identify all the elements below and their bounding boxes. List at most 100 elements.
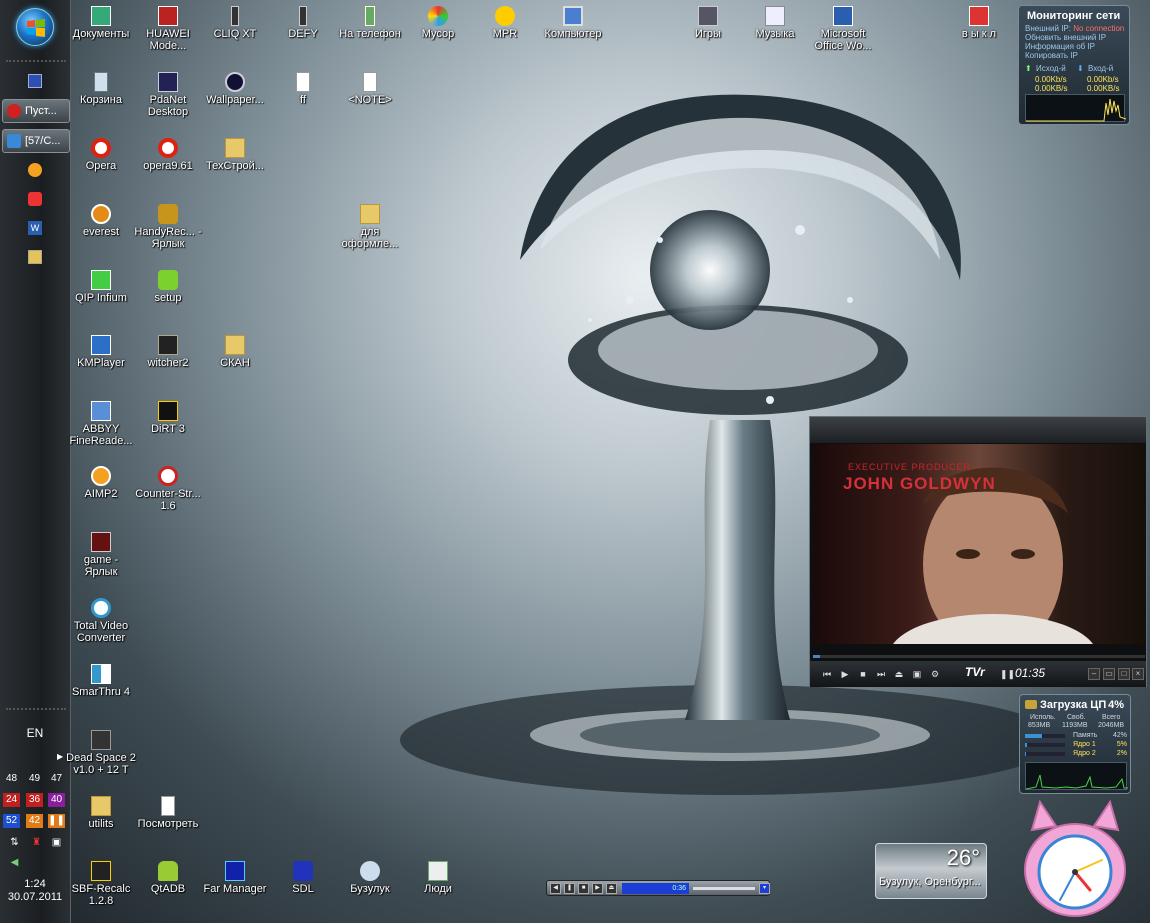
mini-menu-button[interactable]: ▾	[759, 883, 770, 894]
desktop-icon-smarthru[interactable]: SmarThru 4	[66, 664, 136, 698]
language-indicator[interactable]: EN	[0, 726, 70, 740]
copy-ip-link[interactable]: Копировать IP	[1019, 51, 1129, 60]
desktop-icon-setup[interactable]: setup	[133, 270, 203, 304]
mini-volume-slider[interactable]	[693, 887, 755, 890]
ip-info-link[interactable]: Информация об IP	[1019, 42, 1129, 51]
network-tray-icon[interactable]: ⇅	[6, 836, 23, 850]
desktop-icon-word[interactable]: Microsoft Office Wo...	[808, 6, 878, 52]
desktop-icon-to-phone[interactable]: На телефон	[335, 6, 405, 40]
desktop-icon-cliq-xt[interactable]: CLIQ XT	[200, 6, 270, 40]
tray-temp[interactable]: 48	[3, 772, 20, 786]
desktop-icon-kmplayer[interactable]: KMPlayer	[66, 335, 136, 369]
desktop-icon-trash[interactable]: Мусор	[403, 6, 473, 40]
desktop-icon-shutdown[interactable]: в ы к л	[944, 6, 1014, 40]
tray-temp[interactable]: 52	[3, 814, 20, 828]
desktop-icon-qtadb[interactable]: QtADB	[133, 861, 203, 895]
tray-temp[interactable]: 40	[48, 793, 65, 807]
task-button-opera[interactable]: Пуст...	[2, 99, 70, 123]
desktop-icon-scan[interactable]: СКАН	[200, 335, 270, 369]
desktop-icon-opera961[interactable]: opera9.61	[133, 138, 203, 172]
start-button[interactable]	[16, 8, 54, 46]
android-setup-icon	[158, 270, 178, 290]
desktop-icon-music[interactable]: Музыка	[740, 6, 810, 40]
maximize-button[interactable]: □	[1118, 668, 1130, 680]
task-button-qip[interactable]: [57/С...	[2, 129, 70, 153]
cpu-monitor-gadget[interactable]: Загрузка ЦП 4% Исполь. Своб. Всего 853MB…	[1019, 694, 1131, 794]
desktop-icon-huawei[interactable]: HUAWEI Mode...	[133, 6, 203, 52]
mini-stop-button[interactable]: ■	[578, 883, 589, 894]
refresh-ip-link[interactable]: Обновить внешний IP	[1019, 33, 1129, 42]
desktop-icon-note[interactable]: <NOTE>	[335, 72, 405, 106]
desktop-icon-qip[interactable]: QIP Infium	[66, 270, 136, 304]
previous-button[interactable]: ⏮	[820, 667, 834, 681]
desktop-icon-ff[interactable]: ff	[268, 72, 338, 106]
mini-player-toolbar[interactable]: ◀ ❚ ■ ▶ ⏏ 0:36 ▾	[546, 880, 770, 896]
media-player-window[interactable]: EXECUTIVE PRODUCER JOHN GOLDWYN ⏮ ▶ ■ ⏭ …	[809, 416, 1147, 687]
open-button[interactable]: ▣	[910, 667, 924, 681]
aimp-icon[interactable]	[28, 163, 42, 177]
desktop-icon-buzuluk[interactable]: Бузулук	[335, 861, 405, 895]
desktop-icon-total-video-converter[interactable]: Total Video Converter	[66, 598, 136, 644]
desktop-icon-documents[interactable]: Документы	[66, 6, 136, 40]
desktop-icon-utilits[interactable]: utilits	[66, 796, 136, 830]
desktop-icon-sdl[interactable]: SDL	[268, 861, 338, 895]
network-monitor-gadget[interactable]: Мониторинг сети Внешний IP: No connectio…	[1018, 5, 1130, 125]
desktop-icon-techstroy[interactable]: ТехСтрой...	[200, 138, 270, 172]
settings-icon[interactable]: ⚙	[928, 667, 942, 681]
seek-bar[interactable]	[813, 655, 1145, 658]
desktop-icon-wallpaper[interactable]: Wallpaper...	[200, 72, 270, 106]
pause-icon[interactable]: ❚❚	[48, 814, 65, 828]
desktop-icon-sbf-recalc[interactable]: SBF-Recalc 1.2.8	[66, 861, 136, 907]
weather-gadget[interactable]: 26° Бузулук, Оренбург...	[875, 843, 987, 899]
save-icon[interactable]	[28, 74, 42, 88]
desktop-icon-defy[interactable]: DEFY	[268, 6, 338, 40]
stop-button[interactable]: ■	[856, 667, 870, 681]
desktop-icon-game[interactable]: game - Ярлык	[66, 532, 136, 578]
desktop-icon-computer[interactable]: Компьютер	[538, 6, 608, 40]
desktop-icon-aimp2[interactable]: AIMP2	[66, 466, 136, 500]
tray-expand-icon[interactable]: ▶	[57, 752, 63, 761]
desktop-icon-mpr[interactable]: MPR	[470, 6, 540, 40]
mini-eject-button[interactable]: ⏏	[606, 883, 617, 894]
desktop-icon-far-manager[interactable]: Far Manager	[200, 861, 270, 895]
compact-button[interactable]: ▭	[1103, 668, 1115, 680]
word-icon[interactable]: W	[28, 221, 42, 235]
mini-pause-button[interactable]: ❚	[564, 883, 575, 894]
desktop-icon-games[interactable]: Игры	[673, 6, 743, 40]
tray-temp[interactable]: 42	[26, 814, 43, 828]
eject-button[interactable]: ⏏	[892, 667, 906, 681]
tray-temp[interactable]: 36	[26, 793, 43, 807]
desktop-icon-counter-strike[interactable]: Counter-Str... 1.6	[133, 466, 203, 512]
desktop-icon-opera[interactable]: Opera	[66, 138, 136, 172]
desktop-icon-everest[interactable]: everest	[66, 204, 136, 238]
desktop-icon-recycle-bin[interactable]: Корзина	[66, 72, 136, 106]
pause-icon[interactable]: ❚❚	[1000, 667, 1015, 681]
mini-next-button[interactable]: ▶	[592, 883, 603, 894]
desktop-icon-pdanet[interactable]: PdaNet Desktop	[133, 72, 203, 118]
desktop-icon-design[interactable]: для оформле...	[335, 204, 405, 250]
tray-temp[interactable]: 24	[3, 793, 20, 807]
display-tray-icon[interactable]: ▣	[48, 836, 65, 850]
taskbar-clock[interactable]: 1:24 30.07.2011	[0, 878, 70, 904]
close-button[interactable]: ×	[1132, 668, 1144, 680]
desktop-icon-people[interactable]: Люди	[403, 861, 473, 895]
desktop-icon-handyrec[interactable]: HandyRec... - Ярлык	[133, 204, 203, 250]
volume-tray-icon[interactable]: ◀	[6, 856, 23, 870]
video-area[interactable]: EXECUTIVE PRODUCER JOHN GOLDWYN	[813, 444, 1145, 644]
clock-gadget[interactable]	[1020, 800, 1130, 918]
tray-temp[interactable]: 49	[26, 772, 43, 786]
player-title-bar[interactable]	[810, 417, 1146, 443]
play-button[interactable]: ▶	[838, 667, 852, 681]
desktop-icon-witcher[interactable]: witcher2	[133, 335, 203, 369]
desktop-icon-view[interactable]: Посмотреть	[133, 796, 203, 830]
next-button[interactable]: ⏭	[874, 667, 888, 681]
desktop-icon-dirt3[interactable]: DiRT 3	[133, 401, 203, 435]
app-icon[interactable]	[28, 192, 42, 206]
security-tray-icon[interactable]: ♜	[28, 836, 45, 850]
explorer-folder-icon[interactable]	[28, 250, 42, 264]
tray-temp[interactable]: 47	[48, 772, 65, 786]
mini-previous-button[interactable]: ◀	[550, 883, 561, 894]
desktop-icon-abbyy[interactable]: ABBYY FineReade...	[66, 401, 136, 447]
minimize-button[interactable]: –	[1088, 668, 1100, 680]
desktop-icon-dead-space[interactable]: Dead Space 2 v1.0 + 12 T	[66, 730, 136, 776]
